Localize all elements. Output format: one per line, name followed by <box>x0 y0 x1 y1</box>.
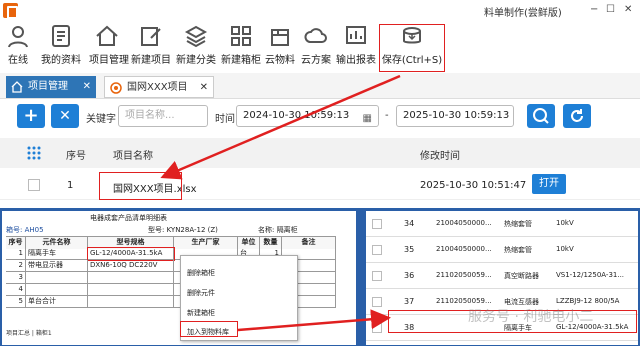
annotation-arrows <box>160 74 401 332</box>
app-window: 料单制作(尝鲜版) − ☐ ✕ 在线 我的资料 项目管理 新建项目 新建分类 新… <box>0 0 640 346</box>
arrow-menu-to-material <box>237 309 391 332</box>
arrow-save-to-file <box>160 74 401 180</box>
